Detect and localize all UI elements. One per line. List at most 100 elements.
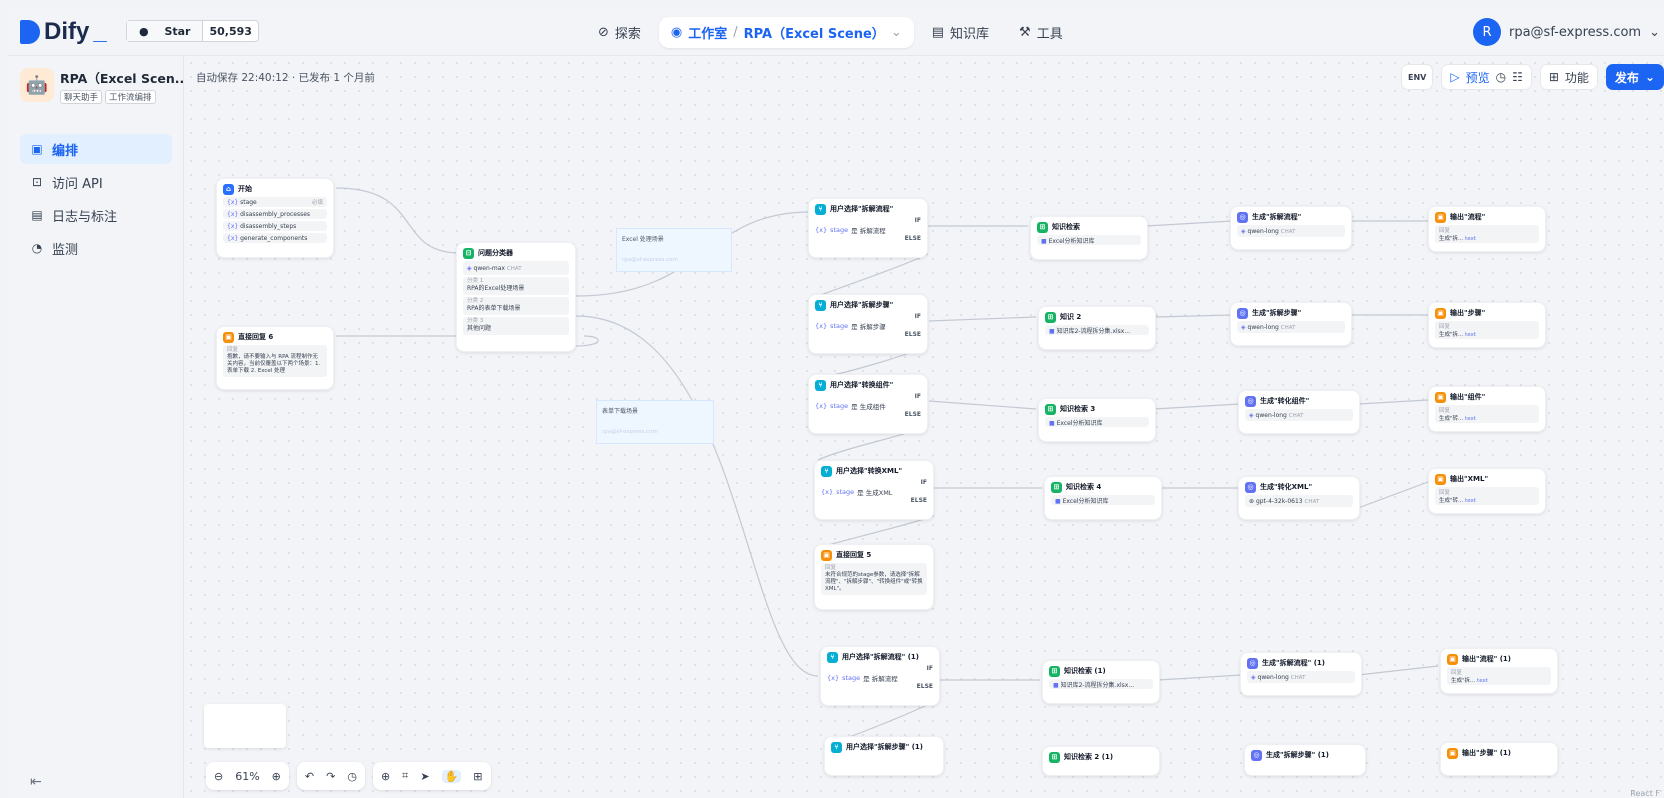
if-else-node[interactable]: ⑂ 用户选择"拆解流程" (1) IF {x} stage 是 拆解流程 ELSE: [820, 646, 940, 706]
current-app-name: RPA（Excel Scene）: [743, 27, 885, 42]
nav-knowledge[interactable]: ▤ 知识库: [920, 17, 1001, 48]
autosave-status: 自动保存 22:40:12 · 已发布 1 个月前: [196, 72, 375, 84]
folder-icon: ■: [1041, 237, 1049, 245]
canvas-controls: ⊖ 61% ⊕ ↶ ↷ ◷ ⊕ ⌗ ➤ ✋ ⊞: [206, 762, 491, 790]
brain-icon: ◎: [1237, 211, 1248, 223]
github-star-count: 50,593: [209, 24, 252, 38]
play-icon[interactable]: ▷: [1450, 70, 1459, 84]
if-else-node[interactable]: ⑂ 用户选择"拆解流程" IF {x} stage 是 拆解流程 ELSE: [808, 198, 928, 258]
app-info-card[interactable]: 🤖 RPA（Excel Scen... 聊天助手 工作流编排: [20, 66, 189, 106]
sidebar-item-orchestrate[interactable]: ▣ 编排: [20, 134, 172, 164]
database-icon: ⊞: [1037, 221, 1048, 233]
answer-node[interactable]: ▣ 输出"流程" (1) 回复 生成"拆... text: [1440, 648, 1558, 694]
dashboard-icon: ◔: [31, 241, 43, 255]
answer-icon: ▣: [1435, 211, 1446, 223]
answer-node[interactable]: ▣ 输出"步骤" (1): [1440, 742, 1558, 776]
hand-icon[interactable]: ✋: [441, 769, 462, 783]
github-star-button[interactable]: ● Star 50,593: [126, 20, 259, 42]
answer-node[interactable]: ▣ 输出"步骤" 回复 生成"拆... text: [1428, 302, 1546, 348]
workflow-canvas[interactable]: 自动保存 22:40:12 · 已发布 1 个月前 ENV ▷ 预览 ◷ ☷ ⊞ 功能…: [184, 56, 1664, 798]
features-button[interactable]: ⊞ 功能: [1539, 64, 1598, 90]
brain-icon: ◎: [1245, 395, 1256, 407]
dify-logo[interactable]: Dify _: [20, 18, 107, 46]
brain-icon: ◎: [1251, 749, 1262, 761]
reply-icon: ▣: [821, 549, 832, 561]
app-name: RPA（Excel Scen...: [60, 71, 189, 86]
if-else-node[interactable]: ⑂ 用户选择"拆解步骤" (1): [824, 736, 944, 776]
start-var: {x} stage 必填: [223, 197, 327, 207]
redo-icon[interactable]: ↷: [326, 770, 335, 783]
database-icon: ⊞: [1045, 403, 1056, 415]
add-node-icon[interactable]: ⊕: [381, 770, 390, 783]
folder-icon: ■: [1053, 681, 1061, 689]
question-classifier-node[interactable]: ⊟ 问题分类器 ◈ qwen-max CHAT 分类 1 RPA的Excel处理场景…: [456, 242, 576, 352]
start-var: {x} generate_components: [223, 233, 327, 243]
history-icon[interactable]: ◷: [347, 770, 357, 783]
preview-group: ▷ 预览 ◷ ☷: [1441, 64, 1532, 90]
organize-icon[interactable]: ⊞: [473, 770, 482, 783]
grid-icon: ⊞: [1548, 70, 1559, 84]
sidebar-item-monitoring[interactable]: ◔ 监测: [20, 233, 172, 263]
env-button[interactable]: ENV: [1400, 64, 1434, 90]
classifier-icon: ⊟: [463, 247, 474, 259]
zoom-out-icon[interactable]: ⊖: [214, 770, 223, 783]
nav-tools[interactable]: ⚒ 工具: [1007, 17, 1075, 48]
if-else-node[interactable]: ⑂ 用户选择"转换组件" IF {x} stage 是 生成组件 ELSE: [808, 374, 928, 434]
user-menu[interactable]: R rpa@sf-express.com ⌄: [1472, 18, 1660, 46]
collapse-sidebar-icon[interactable]: ⇤: [30, 774, 42, 790]
note-excel-scene[interactable]: Excel 处理场景 rpa@sf-express.com: [616, 228, 732, 272]
database-icon: ⊞: [1051, 481, 1062, 493]
if-else-node[interactable]: ⑂ 用户选择"转换XML" IF {x} stage 是 生成XML ELSE: [814, 460, 934, 520]
pointer-icon[interactable]: ➤: [420, 770, 429, 783]
direct-reply-node[interactable]: ▣ 直接回复 5 回复 未符合规范的stage参数，请选择"拆解流程"、"拆解步骤"…: [814, 544, 934, 610]
nav-explore[interactable]: ⊘ 探索: [586, 17, 653, 48]
sidebar-item-api[interactable]: ⊡ 访问 API: [20, 167, 172, 197]
sidebar-item-logs[interactable]: ▤ 日志与标注: [20, 200, 172, 230]
minimap[interactable]: [204, 704, 286, 748]
home-icon: ⌂: [223, 183, 234, 195]
zoom-in-icon[interactable]: ⊕: [272, 770, 281, 783]
database-icon: ⊞: [1049, 665, 1060, 677]
answer-icon: ▣: [1447, 653, 1458, 665]
answer-icon: ▣: [1447, 747, 1458, 759]
folder-icon: ■: [1049, 327, 1057, 335]
knowledge-retrieval-node[interactable]: ⊞ 知识检索 4 ■ Excel分析知识库: [1044, 476, 1162, 520]
direct-reply-node[interactable]: ▣ 直接回复 6 回复 抱歉，请不要输入与 RPA 流程制作无关内容，当前仅覆盖以下…: [216, 326, 334, 390]
preview-button[interactable]: 预览: [1466, 69, 1490, 86]
answer-node[interactable]: ▣ 输出"组件" 回复 生成"转... text: [1428, 386, 1546, 432]
llm-node[interactable]: ◎ 生成"拆解流程" (1) ◈ qwen-long CHAT: [1240, 652, 1362, 696]
llm-node[interactable]: ◎ 生成"拆解步骤" ◈ qwen-long CHAT: [1230, 302, 1352, 346]
nav-studio[interactable]: ◉ 工作室 / RPA（Excel Scene） ⌄: [658, 17, 914, 48]
checklist-icon[interactable]: ☷: [1512, 70, 1523, 84]
knowledge-retrieval-node[interactable]: ⊞ 知识检索 ■ Excel分析知识库: [1030, 216, 1148, 260]
app-robot-icon: 🤖: [20, 68, 54, 102]
zoom-level[interactable]: 61%: [235, 770, 259, 783]
knowledge-retrieval-node[interactable]: ⊞ 知识检索 2 (1): [1042, 746, 1160, 776]
folder-icon: ■: [1049, 419, 1057, 427]
llm-node[interactable]: ◎ 生成"拆解步骤" (1): [1244, 744, 1366, 776]
class-item: 分类 3 其他问题: [463, 317, 569, 335]
answer-node[interactable]: ▣ 输出"XML" 回复 生成"转... text: [1428, 468, 1546, 514]
undo-icon[interactable]: ↶: [305, 770, 314, 783]
folder-icon: ■: [1055, 497, 1063, 505]
llm-node[interactable]: ◎ 生成"转化XML" ⊛ gpt-4-32k-0613 CHAT: [1238, 476, 1360, 520]
add-note-icon[interactable]: ⌗: [402, 769, 408, 783]
history-icon[interactable]: ◷: [1496, 70, 1506, 84]
model-selector: ◈ qwen-max CHAT: [463, 261, 569, 275]
brain-icon: ◎: [1245, 481, 1256, 493]
llm-node[interactable]: ◎ 生成"拆解流程" ◈ qwen-long CHAT: [1230, 206, 1352, 250]
if-else-node[interactable]: ⑂ 用户选择"拆解步骤" IF {x} stage 是 拆解步骤 ELSE: [808, 294, 928, 354]
react-flow-attribution[interactable]: React F: [1630, 789, 1660, 798]
knowledge-retrieval-node[interactable]: ⊞ 知识 2 ■ 知识库2-流程拆分集.xlsx...: [1038, 306, 1156, 350]
knowledge-retrieval-node[interactable]: ⊞ 知识检索 (1) ■ 知识库2-流程拆分集.xlsx...: [1042, 660, 1160, 704]
start-node[interactable]: ⌂ 开始 {x} stage 必填 {x} disassembly_processe…: [216, 178, 334, 258]
note-form-scene[interactable]: 表单下载场景 rpa@sf-express.com: [596, 400, 714, 444]
answer-icon: ▣: [1435, 391, 1446, 403]
answer-node[interactable]: ▣ 输出"流程" 回复 生成"拆... text: [1428, 206, 1546, 252]
canvas-toolbar: ENV ▷ 预览 ◷ ☷ ⊞ 功能 发布 ⌄: [1400, 64, 1664, 90]
branch-icon: ⑂: [815, 203, 826, 215]
llm-node[interactable]: ◎ 生成"转化组件" ◈ qwen-long CHAT: [1238, 390, 1360, 434]
knowledge-retrieval-node[interactable]: ⊞ 知识检索 3 ■ Excel分析知识库: [1038, 398, 1156, 442]
start-var: {x} disassembly_steps: [223, 221, 327, 231]
publish-button[interactable]: 发布 ⌄: [1605, 64, 1664, 90]
